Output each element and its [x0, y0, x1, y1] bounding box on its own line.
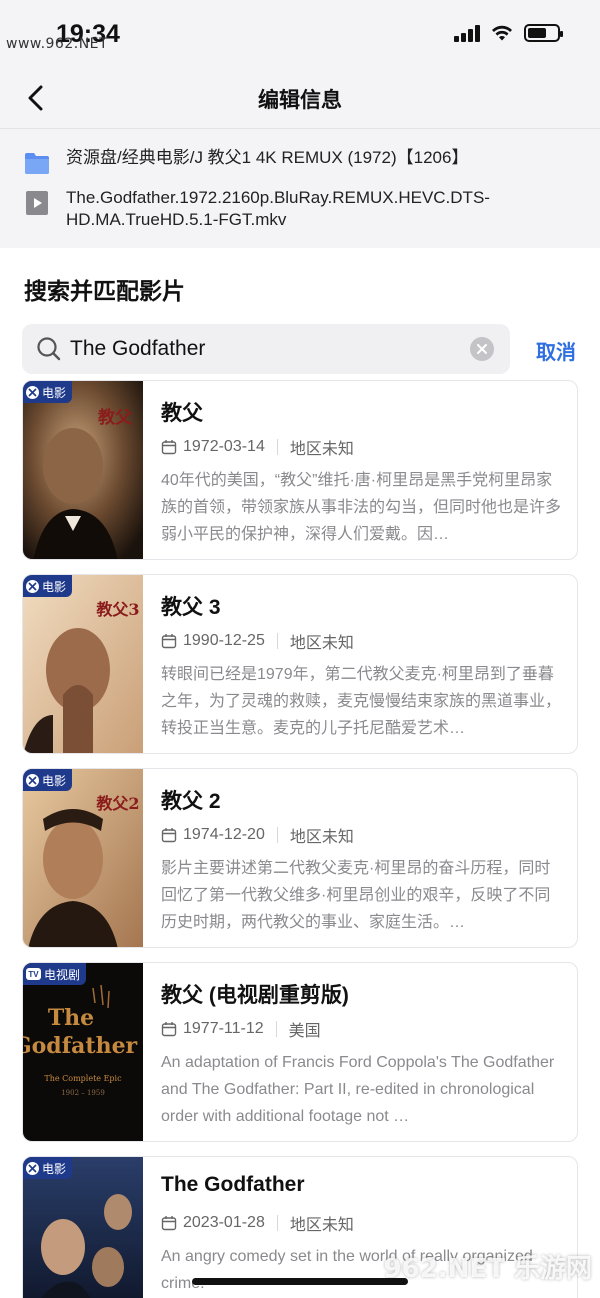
movie-badge-icon	[26, 1161, 39, 1175]
result-title: 教父 3	[161, 596, 221, 619]
search-panel: 搜索并匹配影片 取消	[0, 248, 600, 1298]
status-icons	[454, 24, 563, 42]
search-box	[22, 324, 510, 374]
movie-badge-icon	[26, 773, 39, 787]
result-description: 40年代的美国，“教父”维托·唐·柯里昂是黑手党柯里昂家族的首领，带领家族从事非…	[161, 472, 562, 543]
svg-text:1902 – 1959: 1902 – 1959	[61, 1089, 105, 1097]
type-badge-label: 电视剧	[44, 967, 81, 982]
svg-text:Godfather: Godfather	[23, 1033, 138, 1059]
section-title: 搜索并匹配影片	[24, 278, 185, 304]
search-icon	[37, 337, 61, 361]
poster-image: 教父2	[23, 769, 143, 947]
nav-bar: 编辑信息	[0, 70, 600, 126]
svg-text:教父: 教父	[97, 407, 133, 428]
calendar-icon	[161, 1022, 177, 1037]
calendar-icon	[161, 1216, 177, 1231]
movie-badge-icon	[26, 385, 39, 399]
close-icon	[477, 344, 487, 354]
type-badge-label: 电影	[42, 579, 67, 594]
result-date: 2023-01-28	[183, 1214, 265, 1231]
cellular-signal-icon	[454, 24, 480, 42]
result-card[interactable]: 教父 电影 教父 1972-03-14 地区未知 40年代的美国，“教父”维托·…	[22, 380, 578, 560]
poster-image: The Godfather The Complete Epic 1902 – 1…	[23, 963, 143, 1141]
result-description: An adaptation of Francis Ford Coppola's …	[161, 1054, 555, 1125]
folder-icon	[25, 153, 49, 174]
calendar-icon	[161, 828, 177, 843]
battery-icon	[524, 24, 563, 42]
calendar-icon	[161, 440, 177, 455]
file-name: The.Godfather.1972.2160p.BluRay.REMUX.HE…	[66, 188, 490, 229]
tv-badge-icon: TV	[26, 968, 41, 980]
poster-image: 教父3	[23, 575, 143, 753]
home-indicator[interactable]	[192, 1278, 408, 1285]
type-badge-label: 电影	[42, 1161, 67, 1176]
meta-divider	[276, 439, 278, 455]
result-card[interactable]: 教父2 电影 教父 2 1974-12-20 地区未知 影片主要讲述第二代教父麦…	[22, 768, 578, 948]
result-date: 1990-12-25	[183, 632, 265, 649]
result-region: 地区未知	[289, 441, 354, 458]
calendar-icon	[161, 634, 177, 649]
cancel-button[interactable]: 取消	[536, 336, 576, 365]
type-badge: 电影	[23, 575, 73, 597]
result-region: 地区未知	[289, 829, 354, 846]
result-date: 1972-03-14	[183, 438, 265, 455]
result-region: 美国	[288, 1023, 321, 1040]
video-file-icon	[26, 191, 48, 215]
type-badge-label: 电影	[42, 385, 67, 400]
meta-divider	[276, 827, 278, 843]
status-bar: 19:34 www.962.NET	[0, 0, 600, 70]
svg-text:The Complete Epic: The Complete Epic	[44, 1074, 122, 1083]
result-card[interactable]: The Godfather The Complete Epic 1902 – 1…	[22, 962, 578, 1142]
svg-text:教父3: 教父3	[96, 600, 139, 619]
folder-path-row: 资源盘/经典电影/J 教父1 4K REMUX (1972)【1206】	[24, 147, 468, 176]
movie-badge-icon	[26, 579, 39, 593]
type-badge: 电影	[23, 1157, 73, 1179]
svg-text:教父2: 教父2	[96, 794, 139, 813]
result-title: The Godfather	[161, 1173, 305, 1196]
poster-image: 教父	[23, 381, 143, 559]
watermark-logo: 962.NET 乐游网	[383, 1254, 592, 1284]
folder-path: 资源盘/经典电影/J 教父1 4K REMUX (1972)【1206】	[66, 148, 469, 167]
type-badge-label: 电影	[42, 773, 67, 788]
meta-divider	[276, 633, 278, 649]
result-title: 教父 2	[161, 790, 221, 813]
result-description: 影片主要讲述第二代教父麦克·柯里昂的奋斗历程，同时回忆了第一代教父维多·柯里昂创…	[161, 860, 551, 931]
result-region: 地区未知	[289, 1217, 354, 1234]
search-input[interactable]	[70, 337, 450, 361]
meta-divider	[276, 1215, 278, 1231]
meta-divider	[275, 1021, 277, 1037]
type-badge: 电影	[23, 769, 73, 791]
result-description: 转眼间已经是1979年，第二代教父麦克·柯里昂到了垂暮之年，为了灵魂的救赎，麦克…	[161, 666, 562, 737]
result-card[interactable]: 教父3 电影 教父 3 1990-12-25 地区未知 转眼间已经是1979年，…	[22, 574, 578, 754]
file-info: 资源盘/经典电影/J 教父1 4K REMUX (1972)【1206】 The…	[0, 128, 600, 248]
type-badge: TV 电视剧	[23, 963, 87, 985]
file-name-row: The.Godfather.1972.2160p.BluRay.REMUX.HE…	[24, 187, 546, 231]
clear-search-button[interactable]	[470, 337, 494, 361]
type-badge: 电影	[23, 381, 73, 403]
result-meta: 1972-03-14 地区未知	[161, 435, 354, 459]
svg-text:The: The	[48, 1005, 94, 1031]
result-date: 1974-12-20	[183, 826, 265, 843]
result-meta: 1990-12-25 地区未知	[161, 629, 354, 653]
result-meta: 1977-11-12 美国	[161, 1017, 321, 1041]
result-title: 教父 (电视剧重剪版)	[161, 984, 349, 1007]
page-title: 编辑信息	[258, 89, 342, 112]
result-meta: 2023-01-28 地区未知	[161, 1211, 354, 1235]
result-date: 1977-11-12	[183, 1020, 264, 1037]
result-region: 地区未知	[289, 635, 354, 652]
result-title: 教父	[161, 402, 203, 425]
watermark-text: www.962.NET	[6, 36, 109, 52]
result-meta: 1974-12-20 地区未知	[161, 823, 354, 847]
wifi-icon	[492, 25, 512, 41]
